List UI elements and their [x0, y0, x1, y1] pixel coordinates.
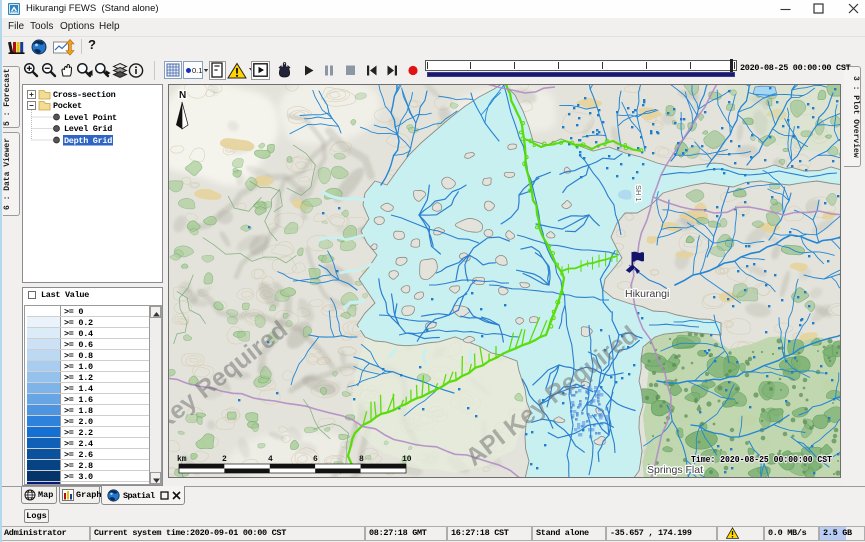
svg-text:Hikurangi: Hikurangi [625, 288, 669, 300]
svg-text:4: 4 [268, 455, 273, 464]
svg-text:Time: 2020-08-25 00:00:00 CST: Time: 2020-08-25 00:00:00 CST [691, 454, 832, 465]
svg-text:6: 6 [313, 455, 318, 464]
svg-text:N: N [179, 90, 186, 101]
svg-text:Springs Flat: Springs Flat [647, 464, 703, 476]
svg-text:10: 10 [402, 455, 412, 464]
svg-text:SH 1: SH 1 [634, 185, 643, 202]
svg-text:km: km [177, 455, 187, 464]
svg-text:2: 2 [222, 455, 227, 464]
svg-text:8: 8 [359, 455, 364, 464]
